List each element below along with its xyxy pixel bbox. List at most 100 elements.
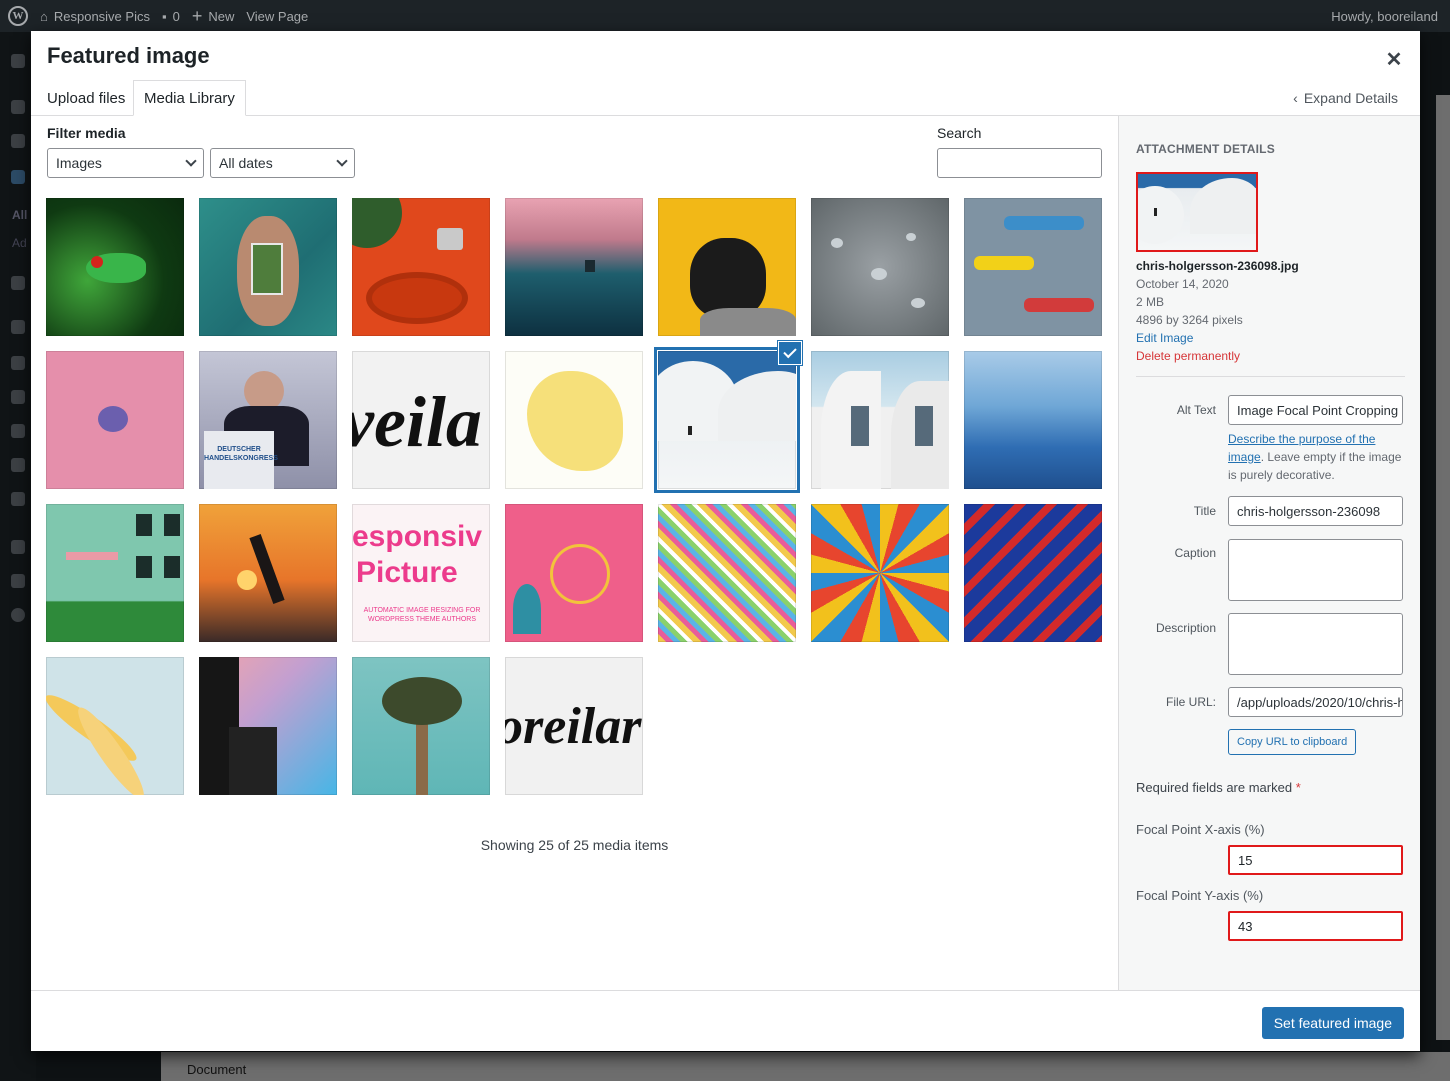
media-thumbnail-yellow-splash[interactable] [505,351,643,489]
edit-image-link[interactable]: Edit Image [1136,331,1193,345]
media-thumbnail-white-architecture-selected[interactable] [654,347,800,493]
focal-point-y-input[interactable]: 43 [1228,911,1403,941]
filter-media-label: Filter media [47,125,126,141]
search-label: Search [937,125,982,141]
settings-icon[interactable] [11,574,25,588]
media-thumbnail-bauhaus-building[interactable] [811,351,949,489]
media-thumbnail-green-house[interactable] [46,504,184,642]
search-input[interactable] [937,148,1102,178]
media-modal: Featured image ✕ Upload files Media Libr… [31,31,1420,1051]
chevron-down-icon [336,155,348,167]
editor-bottom-bar [161,1052,1450,1081]
media-thumbnail-blue-mountains[interactable] [964,351,1102,489]
details-divider [1136,376,1405,377]
collapse-menu-icon[interactable] [11,608,25,622]
comments-link[interactable]: ▪ 0 [162,9,180,24]
chevron-down-icon [185,155,197,167]
close-icon[interactable]: ✕ [1380,45,1408,73]
pages-icon[interactable] [11,170,25,184]
home-icon: ⌂ [40,8,48,24]
chevron-left-icon: ‹ [1293,90,1298,106]
media-thumbnail-speaker[interactable]: DEUTSCHER HANDELSKONGRESS [199,351,337,489]
tab-media-library[interactable]: Media Library [133,80,246,116]
modal-toolbar: Set featured image [31,990,1420,1051]
admin-bar: W ⌂ Responsive Pics ▪ 0 + New View Page … [0,0,1450,32]
modal-title: Featured image [47,43,210,68]
site-name-link[interactable]: ⌂ Responsive Pics [40,9,150,24]
attachment-dimensions: 4896 by 3264 pixels [1136,313,1243,327]
plugins-icon[interactable] [11,356,25,370]
dashboard-icon[interactable] [11,54,25,68]
comment-bubble-icon: ▪ [161,8,167,24]
attachment-filesize: 2 MB [1136,295,1165,309]
attachment-preview-image [1136,172,1258,252]
users-icon[interactable] [11,390,25,404]
alt-text-help: Describe the purpose of the image. Leave… [1228,432,1402,482]
media-thumbnail-palm-tree[interactable] [352,657,490,795]
appearance-icon[interactable] [11,320,25,334]
focal-point-y-label: Focal Point Y-axis (%) [1136,888,1264,903]
wordpress-logo-icon[interactable]: W [8,6,28,26]
media-thumbnail-colored-windows[interactable] [964,198,1102,336]
layout-icon[interactable] [11,492,25,506]
yoast-icon[interactable] [11,540,25,554]
media-thumbnail-pouring-drink[interactable] [352,198,490,336]
new-content-link[interactable]: + New [192,6,235,27]
media-thumbnail-responsive-picture[interactable]: esponsiv Picture AUTOMATIC IMAGE RESIZIN… [352,504,490,642]
media-thumbnail-sunset-jump[interactable] [199,504,337,642]
media-thumbnail-script-logo[interactable]: veila [352,351,490,489]
attachment-date: October 14, 2020 [1136,277,1229,291]
alt-text-input[interactable]: Image Focal Point Cropping [1228,395,1403,425]
alt-text-label: Alt Text [1176,403,1216,417]
media-thumbnail-confetti[interactable] [658,504,796,642]
description-textarea[interactable] [1228,613,1403,675]
sidebar-submenu-add[interactable]: Ad [12,236,27,250]
delete-permanently-link[interactable]: Delete permanently [1136,349,1240,363]
attachment-details-panel: ATTACHMENT DETAILS chris-holgersson-2360… [1118,116,1420,990]
media-count-text: Showing 25 of 25 media items [480,837,669,853]
tab-upload-files[interactable]: Upload files [37,80,135,116]
comments-icon[interactable] [11,276,25,290]
selected-check-icon[interactable] [778,341,802,365]
posts-icon[interactable] [11,100,25,114]
document-breadcrumb[interactable]: Document [187,1062,246,1077]
media-thumbnail-frog[interactable] [46,198,184,336]
attachment-filename: chris-holgersson-236098.jpg [1136,259,1299,273]
expand-details-button[interactable]: ‹ Expand Details [1293,90,1398,106]
media-thumbnail-pink-chair[interactable] [505,504,643,642]
router-tabs: Upload files Media Library [31,80,1420,116]
media-thumbnail-red-blue-lines[interactable] [964,504,1102,642]
caption-label: Caption [1174,546,1216,560]
sidebar-submenu-all[interactable]: All [12,208,27,222]
date-filter-select[interactable]: All dates [210,148,355,178]
tools-icon[interactable] [11,424,25,438]
title-input[interactable]: chris-holgersson-236098 [1228,496,1403,526]
caption-textarea[interactable] [1228,539,1403,601]
required-fields-note: Required fields are marked * [1136,780,1301,795]
title-label: Title [1193,504,1216,518]
acf-icon[interactable] [11,458,25,472]
focal-point-x-label: Focal Point X-axis (%) [1136,822,1265,837]
media-thumbnail-water-drops[interactable] [811,198,949,336]
media-icon[interactable] [11,134,25,148]
media-thumbnail-dark-building[interactable] [199,657,337,795]
media-thumbnail-script-logo-2[interactable]: oreilar [505,657,643,795]
media-thumbnail-surfer[interactable] [505,198,643,336]
media-thumbnail-hot-air-balloon[interactable] [811,504,949,642]
editor-scrollbar [1436,95,1450,1040]
user-greeting[interactable]: Howdy, booreiland [1331,9,1438,24]
media-thumbnail-pug[interactable] [658,198,796,336]
media-thumbnail-yellow-leaves[interactable] [46,657,184,795]
plus-icon: + [191,5,203,26]
copy-url-button[interactable]: Copy URL to clipboard [1228,729,1357,755]
focal-point-x-input[interactable]: 15 [1228,845,1403,875]
view-page-link[interactable]: View Page [246,9,308,24]
set-featured-image-button[interactable]: Set featured image [1261,1007,1404,1039]
speaker-podium-sign: DEUTSCHER HANDELSKONGRESS [204,431,278,489]
media-thumbnail-stadium-island[interactable] [199,198,337,336]
file-url-label: File URL: [1165,695,1216,709]
description-label: Description [1155,621,1216,635]
file-url-input[interactable]: /app/uploads/2020/10/chris-holgersson-23… [1228,687,1403,717]
media-thumbnail-pink-object[interactable] [46,351,184,489]
media-type-select[interactable]: Images [47,148,204,178]
